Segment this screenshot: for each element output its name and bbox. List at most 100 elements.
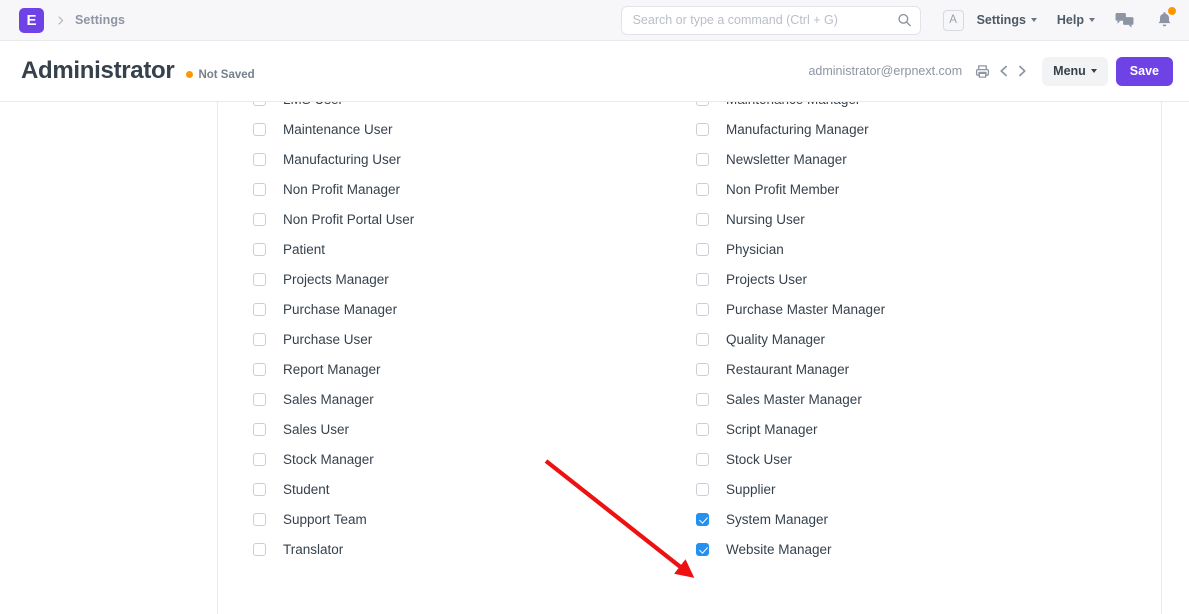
next-record-button[interactable]: [1015, 64, 1028, 78]
role-row[interactable]: Supplier: [660, 474, 1101, 504]
role-checkbox[interactable]: [253, 273, 266, 286]
role-label[interactable]: Purchase User: [283, 332, 372, 347]
role-label[interactable]: Stock Manager: [283, 452, 374, 467]
role-label[interactable]: Stock User: [726, 452, 792, 467]
role-row[interactable]: Script Manager: [660, 414, 1101, 444]
role-checkbox[interactable]: [253, 453, 266, 466]
role-label[interactable]: Non Profit Manager: [283, 182, 400, 197]
role-checkbox[interactable]: [253, 102, 266, 106]
role-label[interactable]: Restaurant Manager: [726, 362, 849, 377]
save-button[interactable]: Save: [1116, 57, 1173, 86]
role-row[interactable]: System Manager: [660, 504, 1101, 534]
role-row[interactable]: Patient: [219, 234, 660, 264]
role-checkbox[interactable]: [253, 363, 266, 376]
role-checkbox[interactable]: [696, 363, 709, 376]
role-label[interactable]: Sales Master Manager: [726, 392, 862, 407]
role-label[interactable]: System Manager: [726, 512, 828, 527]
role-checkbox[interactable]: [253, 423, 266, 436]
navbar-help-dropdown[interactable]: Help: [1057, 13, 1095, 27]
app-logo[interactable]: E: [19, 8, 44, 33]
role-checkbox[interactable]: [696, 123, 709, 136]
role-label[interactable]: Patient: [283, 242, 325, 257]
search-input[interactable]: [621, 6, 921, 35]
role-row[interactable]: Restaurant Manager: [660, 354, 1101, 384]
role-row[interactable]: Sales Master Manager: [660, 384, 1101, 414]
role-checkbox[interactable]: [253, 543, 266, 556]
role-row[interactable]: Manufacturing Manager: [660, 114, 1101, 144]
role-checkbox[interactable]: [253, 183, 266, 196]
role-row[interactable]: Nursing User: [660, 204, 1101, 234]
role-row[interactable]: Sales User: [219, 414, 660, 444]
role-label[interactable]: Projects Manager: [283, 272, 389, 287]
role-label[interactable]: Script Manager: [726, 422, 818, 437]
chat-bubbles-icon[interactable]: [1115, 12, 1134, 29]
role-label[interactable]: Student: [283, 482, 330, 497]
role-row[interactable]: Non Profit Member: [660, 174, 1101, 204]
role-label[interactable]: Projects User: [726, 272, 807, 287]
role-label[interactable]: Maintenance User: [283, 122, 393, 137]
role-checkbox[interactable]: [696, 303, 709, 316]
role-row[interactable]: Newsletter Manager: [660, 144, 1101, 174]
role-checkbox[interactable]: [253, 513, 266, 526]
role-label[interactable]: Manufacturing User: [283, 152, 401, 167]
role-checkbox[interactable]: [696, 183, 709, 196]
role-label[interactable]: Purchase Master Manager: [726, 302, 885, 317]
role-checkbox[interactable]: [696, 453, 709, 466]
role-label[interactable]: Nursing User: [726, 212, 805, 227]
role-row[interactable]: Report Manager: [219, 354, 660, 384]
role-row[interactable]: Stock User: [660, 444, 1101, 474]
role-checkbox[interactable]: [696, 393, 709, 406]
role-checkbox-checked[interactable]: [696, 543, 709, 556]
role-label[interactable]: Maintenance Manager: [726, 102, 860, 107]
role-checkbox[interactable]: [253, 153, 266, 166]
role-label[interactable]: Website Manager: [726, 542, 832, 557]
role-row[interactable]: Translator: [219, 534, 660, 564]
role-checkbox[interactable]: [253, 333, 266, 346]
role-label[interactable]: Non Profit Portal User: [283, 212, 414, 227]
role-row[interactable]: Manufacturing User: [219, 144, 660, 174]
role-checkbox[interactable]: [253, 303, 266, 316]
role-row[interactable]: Support Team: [219, 504, 660, 534]
role-row[interactable]: Non Profit Portal User: [219, 204, 660, 234]
breadcrumb-settings[interactable]: Settings: [75, 13, 125, 27]
role-label[interactable]: Sales Manager: [283, 392, 374, 407]
role-label[interactable]: Newsletter Manager: [726, 152, 847, 167]
role-checkbox[interactable]: [696, 243, 709, 256]
role-label[interactable]: Quality Manager: [726, 332, 825, 347]
bell-icon[interactable]: [1156, 11, 1173, 29]
role-label[interactable]: Report Manager: [283, 362, 381, 377]
role-row[interactable]: Stock Manager: [219, 444, 660, 474]
role-checkbox[interactable]: [696, 273, 709, 286]
navbar-settings-dropdown[interactable]: Settings: [977, 13, 1037, 27]
role-checkbox[interactable]: [253, 213, 266, 226]
role-checkbox[interactable]: [696, 153, 709, 166]
role-label[interactable]: LMS User: [283, 102, 343, 107]
role-checkbox[interactable]: [696, 102, 709, 106]
menu-button[interactable]: Menu: [1042, 57, 1108, 86]
role-label[interactable]: Sales User: [283, 422, 349, 437]
role-checkbox[interactable]: [696, 213, 709, 226]
role-checkbox[interactable]: [696, 423, 709, 436]
role-row[interactable]: Projects User: [660, 264, 1101, 294]
role-label[interactable]: Purchase Manager: [283, 302, 397, 317]
role-row[interactable]: Maintenance Manager: [660, 102, 1101, 114]
role-checkbox[interactable]: [696, 333, 709, 346]
role-label[interactable]: Manufacturing Manager: [726, 122, 869, 137]
role-row[interactable]: Student: [219, 474, 660, 504]
role-row[interactable]: Maintenance User: [219, 114, 660, 144]
role-row[interactable]: Purchase Master Manager: [660, 294, 1101, 324]
prev-record-button[interactable]: [998, 64, 1011, 78]
printer-icon[interactable]: [975, 64, 990, 79]
role-row[interactable]: LMS User: [219, 102, 660, 114]
role-row[interactable]: Sales Manager: [219, 384, 660, 414]
role-row[interactable]: Website Manager: [660, 534, 1101, 564]
role-label[interactable]: Support Team: [283, 512, 367, 527]
role-row[interactable]: Purchase Manager: [219, 294, 660, 324]
role-label[interactable]: Translator: [283, 542, 343, 557]
role-checkbox[interactable]: [253, 123, 266, 136]
role-label[interactable]: Non Profit Member: [726, 182, 839, 197]
role-checkbox[interactable]: [696, 483, 709, 496]
role-row[interactable]: Physician: [660, 234, 1101, 264]
role-checkbox[interactable]: [253, 483, 266, 496]
search-icon[interactable]: [897, 13, 912, 28]
